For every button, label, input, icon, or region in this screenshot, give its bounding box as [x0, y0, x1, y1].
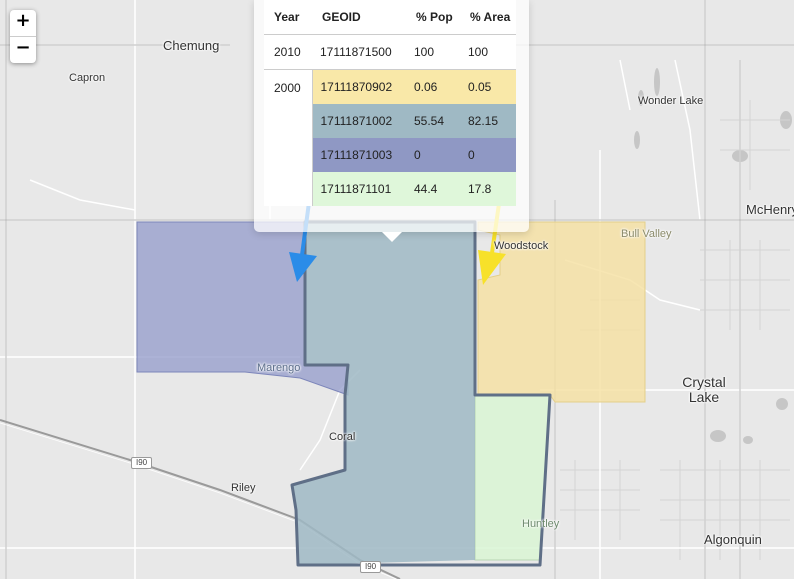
year-cell: 2000 — [264, 69, 313, 206]
place-label-mchenry: McHenry — [746, 202, 794, 217]
place-label-chemung: Chemung — [163, 38, 220, 53]
pop-cell: 100 — [406, 34, 460, 70]
highway-shield: I90 — [360, 561, 382, 573]
table-row: 2010 17111871500 100 100 — [264, 34, 516, 70]
pop-cell: 0.06 — [406, 69, 460, 104]
pop-cell: 55.54 — [406, 104, 460, 138]
highway-shield: I90 — [131, 457, 153, 469]
place-label-huntley: Huntley — [522, 518, 560, 530]
zoom-control: + − — [10, 10, 36, 63]
place-label-marengo: Marengo — [257, 362, 301, 374]
zoom-out-button[interactable]: − — [10, 36, 36, 63]
header-year: Year — [264, 0, 312, 35]
table-header-row: Year GEOID % Pop % Area — [264, 0, 516, 35]
tract-17111871101 — [474, 394, 551, 561]
area-cell: 82.15 — [460, 104, 516, 138]
table-row: 2000 17111870902 0.06 0.05 — [264, 69, 516, 206]
zoom-in-button[interactable]: + — [10, 10, 36, 36]
geoid-cell: 17111871003 — [312, 138, 406, 172]
header-geoid: GEOID — [312, 0, 406, 35]
popup-tip — [382, 232, 402, 242]
place-label-capron: Capron — [69, 72, 106, 84]
place-label-algonquin: Algonquin — [704, 532, 762, 547]
place-label-riley: Riley — [231, 482, 256, 494]
pop-cell: 0 — [406, 138, 460, 172]
place-label-woodstock: Woodstock — [494, 240, 549, 252]
header-pop: % Pop — [406, 0, 460, 35]
place-label-coral: Coral — [329, 431, 356, 443]
geoid-cell: 17111871101 — [312, 172, 406, 206]
place-label-bull-valley: Bull Valley — [621, 228, 672, 240]
header-area: % Area — [460, 0, 516, 35]
pop-cell: 44.4 — [406, 172, 460, 206]
place-label-wonder-lake: Wonder Lake — [638, 95, 704, 107]
geoid-cell: 17111871500 — [312, 34, 406, 70]
area-cell: 17.8 — [460, 172, 516, 206]
area-cell: 0 — [460, 138, 516, 172]
geoid-cell: 17111871002 — [312, 104, 406, 138]
area-cell: 100 — [460, 34, 516, 70]
year-cell: 2010 — [264, 34, 312, 70]
area-cell: 0.05 — [460, 69, 516, 104]
tract-comparison-table: Year GEOID % Pop % Area 2010 17111871500… — [264, 0, 516, 206]
place-label-crystal-lake: Crystal Lake — [682, 374, 726, 405]
tract-popup: Year GEOID % Pop % Area 2010 17111871500… — [254, 0, 529, 232]
geoid-cell: 17111870902 — [312, 69, 406, 104]
